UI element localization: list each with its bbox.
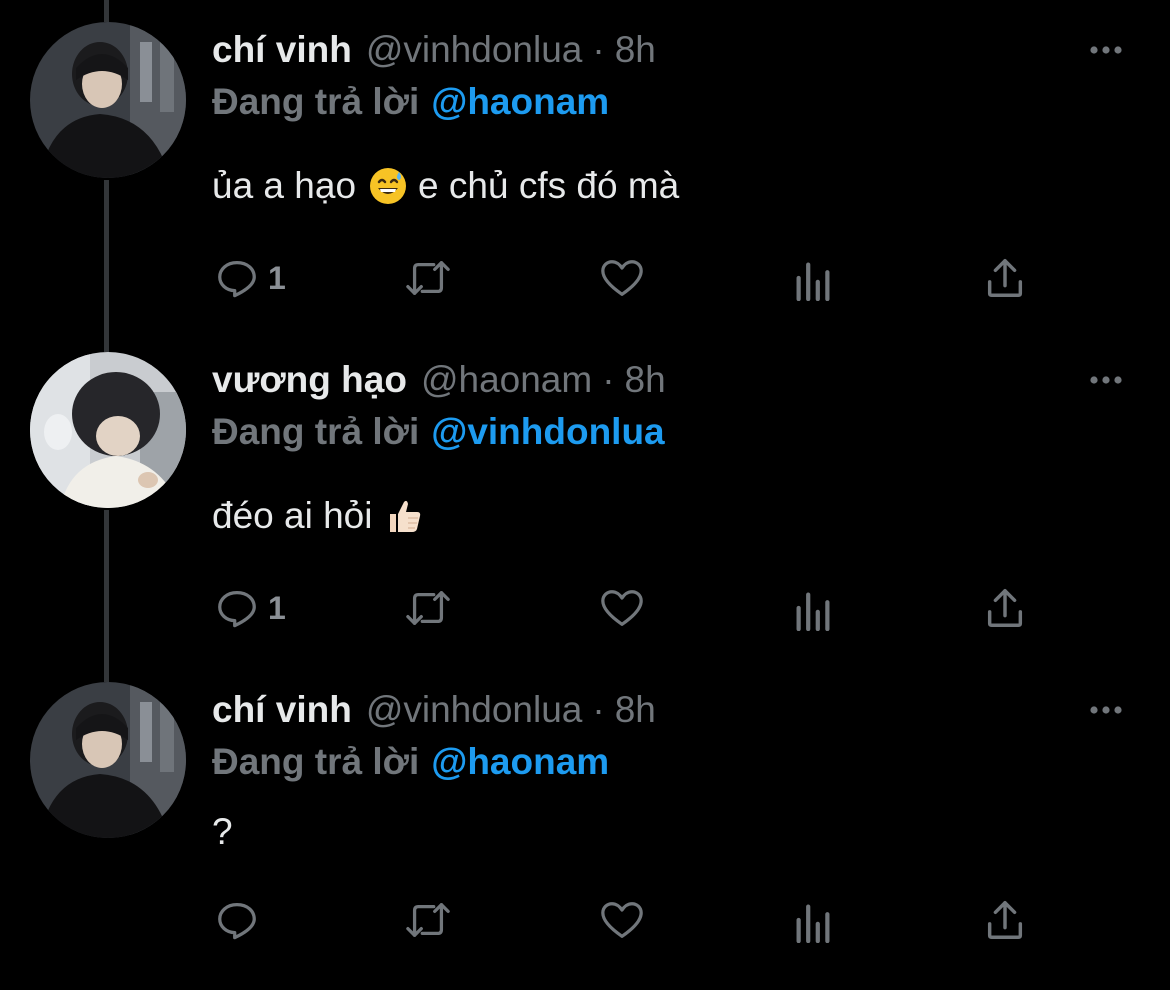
separator-dot: ·	[592, 689, 605, 730]
thumbs-up-emoji	[384, 496, 424, 536]
tweet-text-part: đéo ai hỏi	[212, 495, 373, 536]
separator-dot: ·	[602, 359, 615, 400]
analytics-button[interactable]	[792, 892, 834, 948]
reply-icon	[218, 903, 256, 940]
reply-button[interactable]: 1	[214, 250, 286, 306]
like-icon	[601, 260, 643, 296]
reply-icon	[218, 591, 256, 628]
more-icon[interactable]	[1086, 368, 1126, 392]
share-button[interactable]	[982, 250, 1028, 306]
tweet-header: chí vinh @vinhdonlua · 8h	[212, 684, 656, 736]
avatar[interactable]	[30, 682, 186, 838]
tweet[interactable]: chí vinh @vinhdonlua · 8h Đang trả lời @…	[0, 660, 1170, 990]
mention-link[interactable]: @haonam	[431, 741, 609, 783]
tweet-text-part: ủa a hạo	[212, 165, 357, 206]
display-name[interactable]: chí vinh	[212, 29, 352, 71]
analytics-button[interactable]	[792, 250, 834, 306]
tweet-actions: 1	[0, 580, 1170, 636]
timestamp[interactable]: 8h	[615, 689, 656, 731]
tweet-text-part: e chủ cfs đó mà	[418, 165, 680, 206]
avatar[interactable]	[30, 22, 186, 178]
tweet-text: đéo ai hỏi	[212, 490, 434, 542]
tweet-text: ?	[212, 806, 233, 858]
share-button[interactable]	[982, 580, 1028, 636]
user-handle[interactable]: @haonam	[421, 359, 592, 401]
retweet-icon	[406, 591, 450, 625]
tweet-text-part: ?	[212, 811, 233, 852]
share-icon	[987, 259, 1023, 297]
timestamp[interactable]: 8h	[615, 29, 656, 71]
analytics-icon	[796, 262, 830, 301]
tweet[interactable]: chí vinh @vinhdonlua · 8h Đang trả lời @…	[0, 0, 1170, 330]
analytics-button[interactable]	[792, 580, 834, 636]
reply-count: 1	[268, 259, 286, 296]
user-handle[interactable]: @vinhdonlua	[366, 29, 583, 71]
tweet-actions: 1	[0, 250, 1170, 306]
retweet-icon	[406, 903, 450, 937]
reply-count: 1	[268, 589, 286, 626]
replying-to-label: Đang trả lời	[212, 411, 420, 452]
replying-to-label: Đang trả lời	[212, 741, 420, 782]
tweet-header: chí vinh @vinhdonlua · 8h	[212, 24, 656, 76]
mention-link[interactable]: @haonam	[431, 81, 609, 123]
replying-to: Đang trả lời @haonam	[212, 76, 609, 128]
like-button[interactable]	[598, 892, 646, 948]
user-handle[interactable]: @vinhdonlua	[366, 689, 583, 731]
more-icon[interactable]	[1086, 698, 1126, 722]
more-icon[interactable]	[1086, 38, 1126, 62]
tweet-text: ủa a hạo e chủ cfs đó mà	[212, 160, 679, 212]
grinning-face-with-sweat-emoji	[368, 166, 408, 206]
retweet-button[interactable]	[402, 250, 454, 306]
like-icon	[601, 590, 643, 626]
display-name[interactable]: chí vinh	[212, 689, 352, 731]
share-icon	[987, 589, 1023, 627]
retweet-button[interactable]	[402, 580, 454, 636]
reply-button[interactable]: 1	[214, 580, 286, 636]
separator-dot: ·	[592, 29, 605, 70]
tweet-actions	[0, 892, 1170, 948]
replying-to: Đang trả lời @haonam	[212, 736, 609, 788]
timestamp[interactable]: 8h	[625, 359, 666, 401]
reply-icon	[218, 261, 256, 298]
analytics-icon	[796, 904, 830, 943]
mention-link[interactable]: @vinhdonlua	[431, 411, 664, 453]
replying-to-label: Đang trả lời	[212, 81, 420, 122]
tweet[interactable]: vương hạo @haonam · 8h Đang trả lời @vin…	[0, 330, 1170, 660]
replying-to: Đang trả lời @vinhdonlua	[212, 406, 665, 458]
retweet-button[interactable]	[402, 892, 454, 948]
display-name[interactable]: vương hạo	[212, 359, 407, 401]
share-icon	[987, 901, 1023, 939]
share-button[interactable]	[982, 892, 1028, 948]
reply-button[interactable]	[214, 892, 268, 948]
like-icon	[601, 902, 643, 938]
avatar[interactable]	[30, 352, 186, 508]
like-button[interactable]	[598, 250, 646, 306]
tweet-header: vương hạo @haonam · 8h	[212, 354, 666, 406]
like-button[interactable]	[598, 580, 646, 636]
analytics-icon	[796, 592, 830, 631]
retweet-icon	[406, 261, 450, 295]
